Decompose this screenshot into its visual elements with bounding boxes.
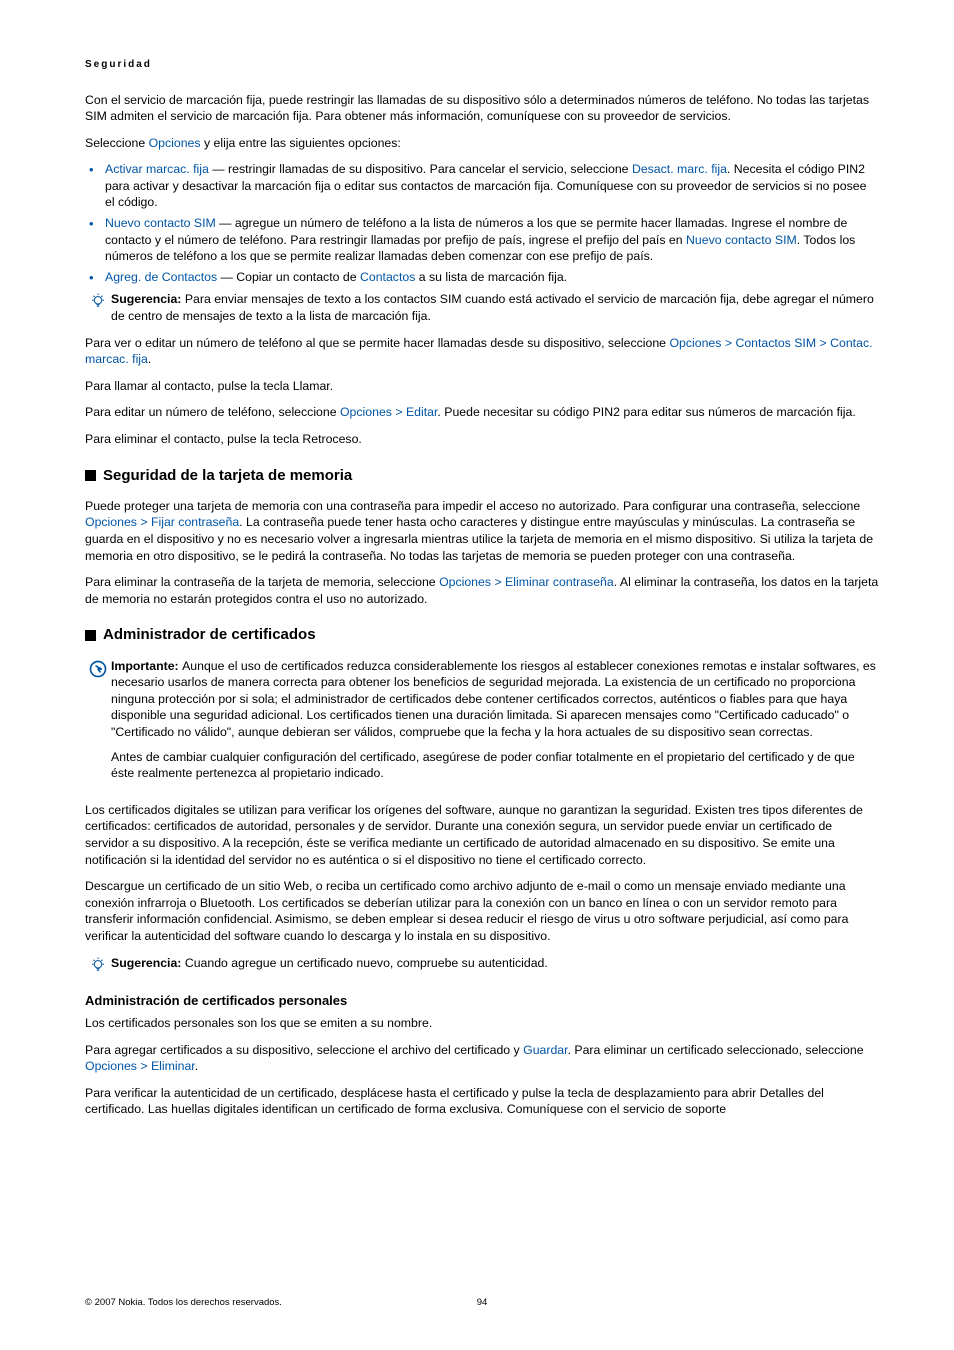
text: — Copiar un contacto de xyxy=(217,270,360,284)
text: a su lista de marcación fija. xyxy=(415,270,567,284)
tip-label: Sugerencia: xyxy=(111,292,185,306)
paragraph: Los certificados digitales se utilizan p… xyxy=(85,802,879,868)
heading-text: Seguridad de la tarjeta de memoria xyxy=(103,466,352,486)
heading-text: Administrador de certificados xyxy=(103,625,316,645)
tip-block: Sugerencia: Cuando agregue un certificad… xyxy=(85,955,879,974)
separator-icon: > xyxy=(140,515,147,529)
text: . Para eliminar un certificado seleccion… xyxy=(568,1043,864,1057)
lightbulb-icon xyxy=(85,955,111,974)
list-item: Agreg. de Contactos — Copiar un contacto… xyxy=(85,269,879,286)
paragraph: Para editar un número de teléfono, selec… xyxy=(85,404,879,421)
text: Aunque el uso de certificados reduzca co… xyxy=(111,659,876,739)
paragraph: Puede proteger una tarjeta de memoria co… xyxy=(85,498,879,564)
paragraph: Seleccione Opciones y elija entre las si… xyxy=(85,135,879,152)
separator-icon: > xyxy=(494,575,501,589)
text: — restringir llamadas de su dispositivo.… xyxy=(209,162,632,176)
separator-icon: > xyxy=(395,405,402,419)
ui-term: Fijar contraseña xyxy=(151,515,239,529)
paragraph: Para ver o editar un número de teléfono … xyxy=(85,335,879,368)
square-bullet-icon xyxy=(85,470,96,481)
text: Seleccione xyxy=(85,136,149,150)
section-heading: Seguridad de la tarjeta de memoria xyxy=(85,466,879,486)
page-number: 94 xyxy=(477,1297,488,1310)
ui-term: Editar xyxy=(406,405,437,419)
separator-icon: > xyxy=(140,1059,147,1073)
separator-icon: > xyxy=(725,336,732,350)
tip-block: Sugerencia: Para enviar mensajes de text… xyxy=(85,291,879,324)
paragraph: Descargue un certificado de un sitio Web… xyxy=(85,878,879,944)
ui-term: Opciones xyxy=(669,336,721,350)
important-label: Importante: xyxy=(111,659,182,673)
paragraph: Para eliminar el contacto, pulse la tecl… xyxy=(85,431,879,448)
ui-term: Nuevo contacto SIM xyxy=(105,216,216,230)
list-item: Activar marcac. fija — restringir llamad… xyxy=(85,161,879,211)
subsection-heading: Administración de certificados personale… xyxy=(85,992,879,1010)
page-footer: © 2007 Nokia. Todos los derechos reserva… xyxy=(85,1297,879,1310)
ui-term: Opciones xyxy=(85,515,137,529)
important-text: Importante: Aunque el uso de certificado… xyxy=(111,658,879,792)
list-item: Nuevo contacto SIM — agregue un número d… xyxy=(85,215,879,265)
text: Para eliminar la contraseña de la tarjet… xyxy=(85,575,439,589)
ui-term: Eliminar xyxy=(151,1059,195,1073)
tip-text: Sugerencia: Cuando agregue un certificad… xyxy=(111,955,879,972)
text: . Puede necesitar su código PIN2 para ed… xyxy=(437,405,855,419)
ui-term: Eliminar contraseña xyxy=(505,575,614,589)
separator-icon: > xyxy=(820,336,827,350)
lightbulb-icon xyxy=(85,291,111,310)
section-heading: Administrador de certificados xyxy=(85,625,879,645)
square-bullet-icon xyxy=(85,630,96,641)
ui-term: Desact. marc. fija xyxy=(632,162,727,176)
text: y elija entre las siguientes opciones: xyxy=(201,136,401,150)
paragraph: Para agregar certificados a su dispositi… xyxy=(85,1042,879,1075)
tip-label: Sugerencia: xyxy=(111,956,185,970)
ui-term: Activar marcac. fija xyxy=(105,162,209,176)
text: Para enviar mensajes de texto a los cont… xyxy=(111,292,874,323)
ui-term: Opciones xyxy=(340,405,392,419)
tip-text: Sugerencia: Para enviar mensajes de text… xyxy=(111,291,879,324)
paragraph: Los certificados personales son los que … xyxy=(85,1015,879,1032)
ui-term: Contactos SIM xyxy=(735,336,816,350)
text: Puede proteger una tarjeta de memoria co… xyxy=(85,499,860,513)
page-header: Seguridad xyxy=(85,58,879,72)
text: Para agregar certificados a su dispositi… xyxy=(85,1043,523,1057)
text: Cuando agregue un certificado nuevo, com… xyxy=(185,956,548,970)
options-list: Activar marcac. fija — restringir llamad… xyxy=(85,161,879,285)
ui-term: Opciones xyxy=(85,1059,137,1073)
paragraph: Para verificar la autenticidad de un cer… xyxy=(85,1085,879,1118)
important-block: Importante: Aunque el uso de certificado… xyxy=(85,658,879,792)
ui-term: Contactos xyxy=(360,270,415,284)
text: Antes de cambiar cualquier configuración… xyxy=(111,749,879,782)
paragraph: Para eliminar la contraseña de la tarjet… xyxy=(85,574,879,607)
text: Para ver o editar un número de teléfono … xyxy=(85,336,669,350)
ui-term: Opciones xyxy=(439,575,491,589)
copyright-text: © 2007 Nokia. Todos los derechos reserva… xyxy=(85,1297,282,1310)
ui-term: Opciones xyxy=(149,136,201,150)
ui-term: Agreg. de Contactos xyxy=(105,270,217,284)
ui-term: Guardar xyxy=(523,1043,567,1057)
paragraph: Para llamar al contacto, pulse la tecla … xyxy=(85,378,879,395)
important-icon xyxy=(85,658,111,679)
paragraph: Con el servicio de marcación fija, puede… xyxy=(85,92,879,125)
text: Para editar un número de teléfono, selec… xyxy=(85,405,340,419)
ui-term: Nuevo contacto SIM xyxy=(686,233,797,247)
